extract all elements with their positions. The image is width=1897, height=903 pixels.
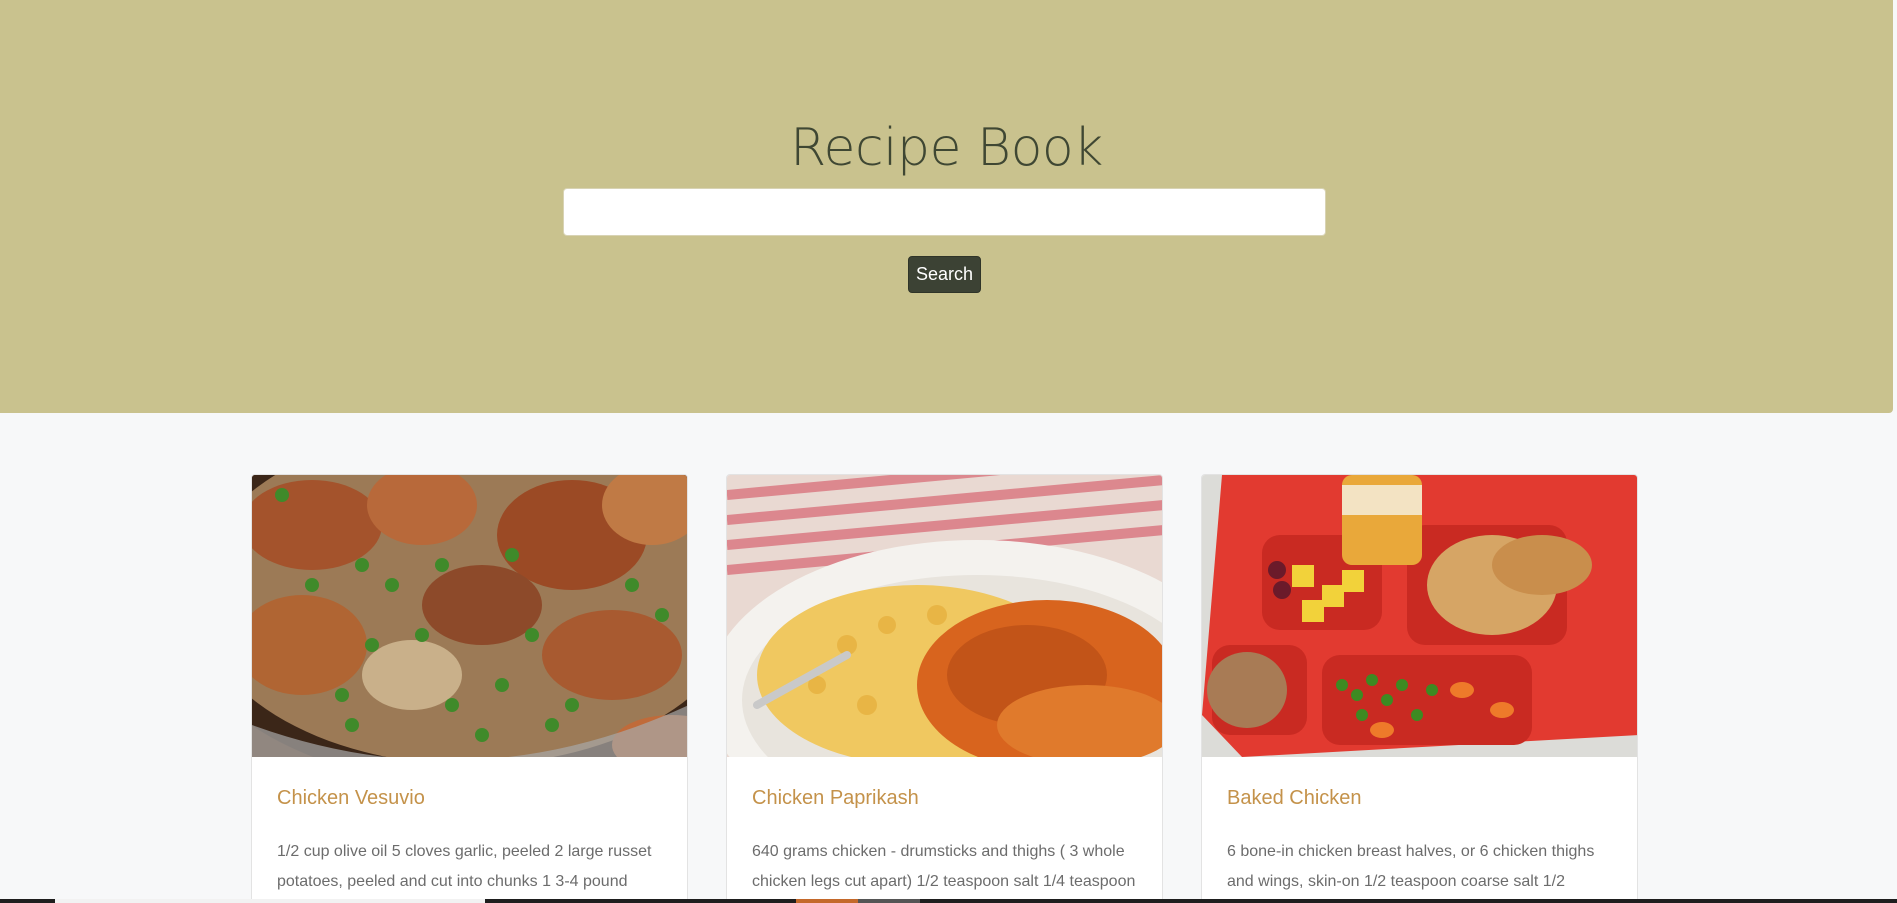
recipe-card-grid: Chicken Vesuvio 1/2 cup olive oil 5 clov… (251, 474, 1638, 903)
recipe-title[interactable]: Chicken Paprikash (752, 787, 919, 810)
recipe-card[interactable]: Chicken Paprikash 640 grams chicken - dr… (726, 474, 1163, 903)
recipe-ingredients: 6 bone-in chicken breast halves, or 6 ch… (1227, 843, 1595, 890)
recipe-image[interactable] (727, 475, 1162, 757)
search-input[interactable] (563, 188, 1326, 236)
taskbar-segment (796, 899, 858, 903)
recipe-image[interactable] (252, 475, 687, 757)
chicken-paprikash-photo (727, 475, 1162, 757)
recipe-title[interactable]: Baked Chicken (1227, 787, 1362, 810)
recipe-image[interactable] (1202, 475, 1637, 757)
recipe-title[interactable]: Chicken Vesuvio (277, 787, 425, 810)
baked-chicken-photo (1202, 475, 1637, 757)
chicken-vesuvio-photo (252, 475, 687, 757)
recipe-ingredients: 640 grams chicken - drumsticks and thigh… (752, 843, 1136, 890)
taskbar-segment (55, 899, 485, 903)
taskbar-segment (858, 899, 920, 903)
recipe-card[interactable]: Chicken Vesuvio 1/2 cup olive oil 5 clov… (251, 474, 688, 903)
search-button[interactable]: Search (908, 256, 981, 293)
page-title: Recipe Book (790, 118, 1103, 178)
recipe-card[interactable]: Baked Chicken 6 bone-in chicken breast h… (1201, 474, 1638, 903)
hero-header: Recipe Book Search (0, 0, 1893, 413)
taskbar-strip (0, 899, 1897, 903)
recipe-ingredients: 1/2 cup olive oil 5 cloves garlic, peele… (277, 843, 652, 890)
